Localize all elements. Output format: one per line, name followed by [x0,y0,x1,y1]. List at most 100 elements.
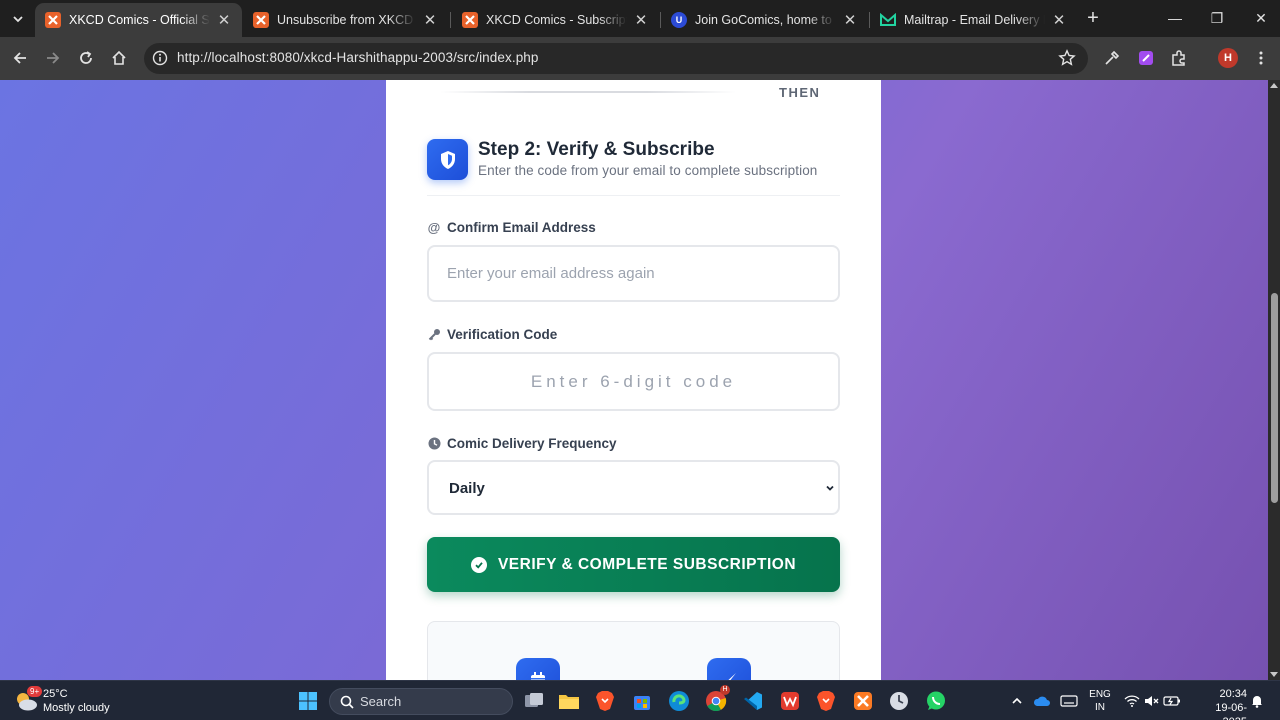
close-icon[interactable]: ✕ [1051,11,1067,29]
home-icon [112,50,126,65]
task-view-button[interactable] [520,687,548,715]
file-explorer-app[interactable] [555,687,583,715]
chevron-down-icon [826,485,834,491]
site-info-icon[interactable] [152,50,168,66]
task-view-icon [525,693,543,707]
clock-icon [427,437,441,451]
address-bar[interactable]: http://localhost:8080/xkcd-Harshithappu-… [144,43,1088,74]
taskbar-search[interactable]: Search [329,688,513,715]
clock-app[interactable] [885,687,913,715]
chrome-app[interactable]: H [702,685,730,715]
tab-mailtrap[interactable]: Mailtrap - Email Delivery Platform ✕ [870,3,1077,37]
tab-unsubscribe[interactable]: Unsubscribe from XKCD Comics ✕ [243,3,448,37]
tab-title: Unsubscribe from XKCD Comics [277,13,416,27]
step-subtitle: Enter the code from your email to comple… [478,163,818,178]
wps-icon [781,692,799,710]
profile-avatar[interactable]: H [1218,48,1238,68]
close-icon[interactable]: ✕ [842,11,858,29]
vscode-app[interactable] [739,687,767,715]
browser-toolbar: http://localhost:8080/xkcd-Harshithappu-… [0,37,1280,80]
scroll-down-arrow[interactable] [1270,672,1278,677]
keyboard-icon [1060,695,1078,707]
edge-app[interactable] [665,687,693,715]
bookmark-star-icon[interactable] [1058,49,1076,67]
home-button[interactable] [107,46,131,70]
then-separator-label: THEN [779,85,821,100]
clock-app-icon [890,692,908,710]
xampp-icon [253,12,269,28]
keyboard-tray[interactable] [1055,687,1083,715]
close-icon[interactable]: ✕ [216,11,232,29]
weather-description: Mostly cloudy [43,702,110,714]
close-icon[interactable]: ✕ [422,11,438,29]
xampp-icon [462,12,478,28]
weather-badge: 9+ [27,686,43,697]
brave-lion-icon [596,691,614,711]
vscode-icon [744,692,762,710]
brave-lion-icon [817,691,835,711]
tab-separator [450,12,451,28]
shield-icon [440,150,455,169]
reload-button[interactable] [74,46,98,70]
language-indicator[interactable]: ENG IN [1089,688,1111,714]
subscription-card: THEN Step 2: Verify & Subscribe Enter th… [386,80,881,680]
scroll-up-arrow[interactable] [1270,83,1278,88]
page-scrollbar[interactable] [1268,80,1280,680]
close-icon[interactable]: ✕ [633,11,649,29]
extension-app-icon [1139,51,1153,65]
eyedropper-extension-button[interactable] [1100,46,1124,70]
verify-subscribe-button[interactable]: VERIFY & COMPLETE SUBSCRIPTION [427,537,840,592]
minimize-button[interactable]: — [1163,6,1187,30]
verification-code-input[interactable] [427,352,840,411]
frequency-selected-value: Daily [449,480,485,497]
folder-icon [559,695,579,709]
brave-app-2[interactable] [812,687,840,715]
arrow-right-icon [47,52,60,64]
weather-widget[interactable]: 9+ 25°C Mostly cloudy [14,686,124,716]
show-hidden-icons-button[interactable] [1003,687,1031,715]
confirm-email-input[interactable] [427,245,840,302]
tab-xkcd-subscription[interactable]: XKCD Comics - Official Subscription ✕ [35,3,242,37]
section-divider [440,91,736,93]
xampp-app[interactable] [849,687,877,715]
verify-button-label: VERIFY & COMPLETE SUBSCRIPTION [497,555,797,573]
store-bag-icon [634,696,650,710]
battery-tray[interactable] [1158,687,1186,715]
tab-title: XKCD Comics - Subscription Dashboard [486,13,627,27]
whatsapp-app[interactable] [922,687,950,715]
purple-extension-button[interactable] [1134,46,1158,70]
restore-button[interactable]: ❐ [1205,6,1229,30]
frequency-select[interactable]: Daily [427,460,840,515]
chrome-profile-badge: H [720,685,730,695]
tab-search-button[interactable] [6,7,30,31]
start-button[interactable] [294,687,322,715]
browser-menu-button[interactable] [1249,46,1273,70]
brave-app[interactable] [591,687,619,715]
edge-browser-icon [669,691,689,711]
frequency-label-text: Comic Delivery Frequency [447,436,617,451]
code-field-label: Verification Code [427,327,557,342]
features-panel [427,621,840,680]
onedrive-tray[interactable] [1028,687,1056,715]
new-tab-button[interactable]: + [1083,7,1103,29]
tab-title: XKCD Comics - Official Subscription [69,13,210,27]
tab-subscription-dashboard[interactable]: XKCD Comics - Subscription Dashboard ✕ [452,3,659,37]
cloud-icon [1033,696,1050,706]
url-text[interactable]: http://localhost:8080/xkcd-Harshithappu-… [177,50,539,65]
notifications-button[interactable] [1247,687,1267,715]
back-button[interactable] [8,46,32,70]
shield-badge [427,139,468,180]
calendar-icon [531,672,545,680]
xampp-icon [45,12,61,28]
window-close-button[interactable]: ✕ [1249,6,1273,30]
tab-gocomics[interactable]: U Join GoComics, home to the world's ✕ [661,3,868,37]
email-field-label: @ Confirm Email Address [427,220,596,235]
reload-icon [80,51,92,64]
forward-button[interactable] [41,46,65,70]
extensions-button[interactable] [1167,46,1191,70]
wps-office-app[interactable] [776,687,804,715]
scroll-thumb[interactable] [1271,293,1278,503]
microsoft-store-app[interactable] [628,687,656,715]
system-clock[interactable]: 20:34 19-06-2025 [1191,687,1247,720]
search-placeholder: Search [360,694,402,709]
